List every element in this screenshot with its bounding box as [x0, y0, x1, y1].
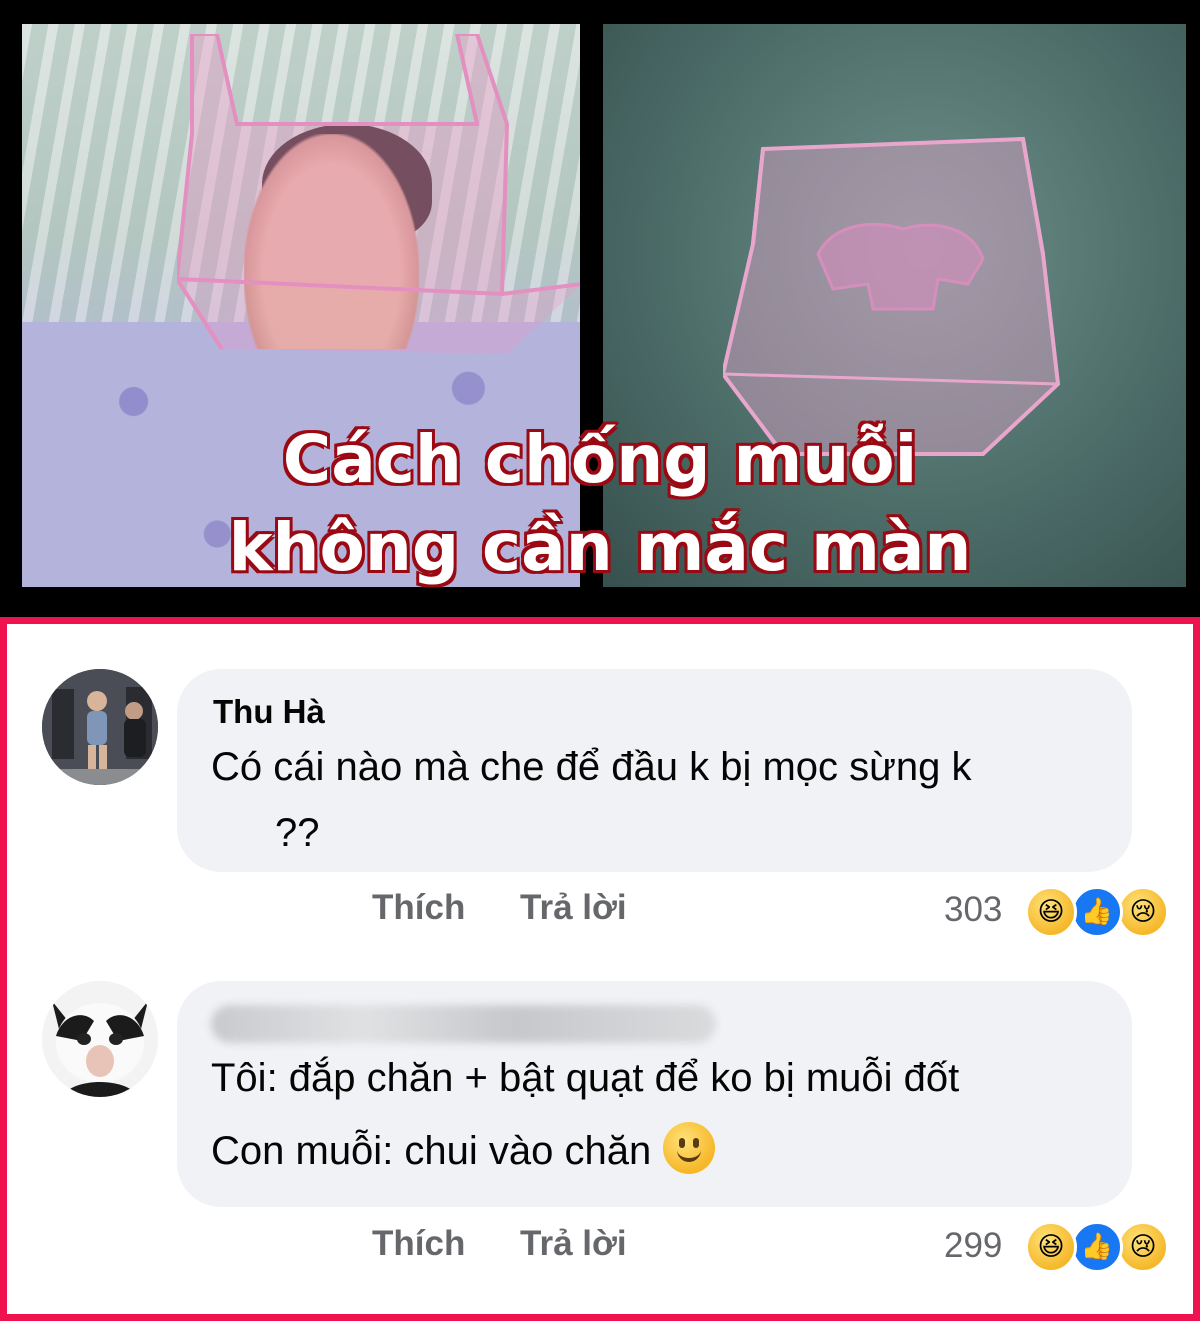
like-icon: 👍 [1071, 1221, 1123, 1273]
comment-bubble: Tôi: đắp chăn + bật quạt để ko bị muỗi đ… [177, 981, 1132, 1207]
haha-icon: 😆 [1025, 886, 1077, 938]
comment-author-blurred [211, 1005, 716, 1043]
reply-button[interactable]: Trả lời [520, 1224, 627, 1264]
meme-image: Cách chống muỗi không cần mắc màn [0, 0, 1200, 617]
avatar[interactable] [42, 669, 158, 785]
sad-icon: 😢 [1117, 886, 1169, 938]
comment-text: Có cái nào mà che để đầu k bị mọc sừng k [211, 745, 972, 789]
pink-mosquito-net [177, 34, 580, 354]
reaction-icons[interactable]: 😆 👍 😢 [1025, 1221, 1175, 1273]
comment-text: Tôi: đắp chăn + bật quạt để ko bị muỗi đ… [211, 1056, 960, 1100]
reply-button[interactable]: Trả lời [520, 888, 627, 928]
comment-bubble: Thu Hà Có cái nào mà che để đầu k bị mọc… [177, 669, 1132, 872]
reaction-icons[interactable]: 😆 👍 😢 [1025, 886, 1175, 938]
comment-author[interactable]: Thu Hà [213, 693, 325, 731]
like-icon: 👍 [1071, 886, 1123, 938]
pink-mosquito-net-empty [723, 136, 1061, 456]
comment-text-continued: Con muỗi: chui vào chăn [211, 1117, 716, 1185]
person-photo-icon [42, 669, 158, 785]
reaction-count[interactable]: 299 [944, 1226, 1002, 1266]
comment-text-line2: Con muỗi: chui vào chăn [211, 1129, 652, 1173]
haha-icon: 😆 [1025, 1221, 1077, 1273]
sad-icon: 😢 [1117, 1221, 1169, 1273]
headline-line-2: không cần mắc màn [227, 508, 973, 588]
comments-panel: Thu Hà Có cái nào mà che để đầu k bị mọc… [0, 617, 1200, 1321]
comment-text-continued: ?? [275, 811, 320, 855]
reaction-count[interactable]: 303 [944, 890, 1002, 930]
cat-photo-icon [42, 981, 158, 1097]
like-button[interactable]: Thích [372, 888, 465, 928]
like-button[interactable]: Thích [372, 1224, 465, 1264]
avatar[interactable] [42, 981, 158, 1097]
headline-line-1: Cách chống muỗi [281, 420, 918, 500]
smiley-emoji-icon [663, 1122, 716, 1174]
